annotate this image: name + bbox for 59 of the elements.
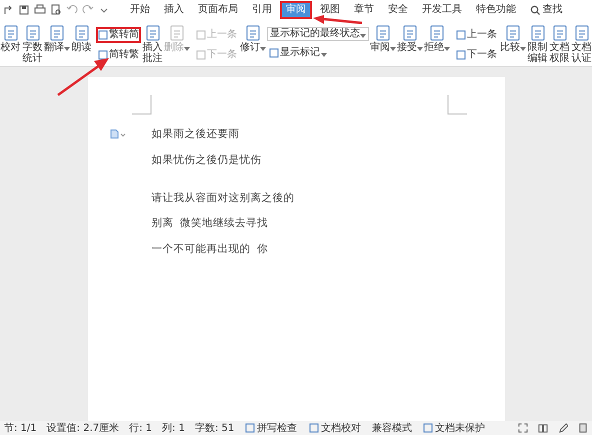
ribbon-button[interactable]: 字数统计	[22, 25, 43, 64]
status-text: 列: 1	[162, 422, 185, 435]
print-preview-icon[interactable]	[50, 4, 62, 16]
redo-icon[interactable]	[2, 4, 14, 16]
menu-tab[interactable]: 安全	[382, 1, 414, 19]
ribbon-button[interactable]: 文档权限	[549, 25, 570, 64]
menu-tab[interactable]: 页面布局	[192, 1, 244, 19]
ribbon-button[interactable]: 繁转简	[96, 27, 141, 43]
ribbon-button[interactable]: 简转繁	[96, 47, 141, 63]
menu-tab[interactable]: 开始	[124, 1, 156, 19]
status-button[interactable]: 文档校对	[308, 420, 362, 435]
ribbon-button[interactable]: 文档认证	[571, 25, 592, 64]
status-text: 兼容模式	[372, 422, 412, 435]
ribbon-button[interactable]: 限制编辑	[527, 25, 548, 64]
annotation-arrow	[56, 57, 110, 97]
document-text-line: 请让我从容面对这别离之後的	[152, 190, 294, 206]
document-text-line: 一个不可能再出现的 你	[152, 242, 268, 257]
menu-tab[interactable]: 视图	[314, 1, 346, 19]
ribbon-button[interactable]: 拒绝	[424, 25, 450, 54]
menu-tab[interactable]: 章节	[348, 1, 380, 19]
save-icon[interactable]	[18, 4, 30, 16]
ribbon-button[interactable]: 校对	[0, 25, 21, 54]
document-text-line: 如果忧伤之後仍是忧伤	[152, 152, 262, 168]
paragraph-icon[interactable]	[110, 129, 126, 139]
ribbon-button[interactable]: 接受	[397, 25, 423, 54]
fullscreen-icon[interactable]	[518, 423, 528, 433]
caret-icon	[321, 53, 327, 57]
caret-icon	[360, 34, 366, 38]
margin-corner-mark	[132, 95, 152, 115]
status-text: 行: 1	[129, 422, 152, 435]
annotation-arrow	[313, 15, 363, 24]
document-text-line: 别离 微笑地继续去寻找	[152, 216, 268, 232]
ribbon-button[interactable]: 比较	[500, 25, 526, 54]
ribbon-button[interactable]: 审阅	[370, 25, 396, 54]
menu-tab[interactable]: 引用	[246, 1, 278, 19]
document-text-line: 如果雨之後还要雨	[152, 127, 240, 142]
search-button[interactable]: 查找	[524, 1, 568, 19]
menu-tab[interactable]: 开发工具	[416, 1, 468, 19]
ribbon-button[interactable]: 修订	[240, 25, 266, 54]
page-view-icon[interactable]	[578, 423, 588, 433]
ribbon-button[interactable]: 插入批注	[142, 25, 163, 64]
status-text: 节: 1/1	[4, 422, 37, 435]
margin-corner-mark	[446, 95, 466, 115]
ribbon-button[interactable]: 朗读	[71, 25, 92, 54]
ribbon-button[interactable]: 翻译	[44, 25, 70, 54]
ribbon-button[interactable]: 下一条	[454, 47, 499, 63]
menu-tab[interactable]: 特色功能	[470, 1, 522, 19]
menu-tab[interactable]: 插入	[158, 1, 190, 19]
search-icon	[530, 5, 540, 15]
ribbon-button[interactable]: 上一条	[454, 27, 499, 43]
status-button[interactable]: 拼写检查	[244, 420, 298, 435]
ribbon-button[interactable]: 显示标记	[267, 45, 369, 61]
book-icon[interactable]	[538, 423, 548, 433]
markup-dropdown[interactable]: 显示标记的最终状态	[267, 27, 369, 41]
status-text: 字数: 51	[194, 422, 234, 435]
status-button[interactable]: 文档未保护	[422, 420, 486, 435]
status-text: 设置值: 2.7厘米	[46, 422, 120, 435]
print-icon[interactable]	[34, 4, 46, 16]
pen-icon[interactable]	[558, 423, 568, 433]
